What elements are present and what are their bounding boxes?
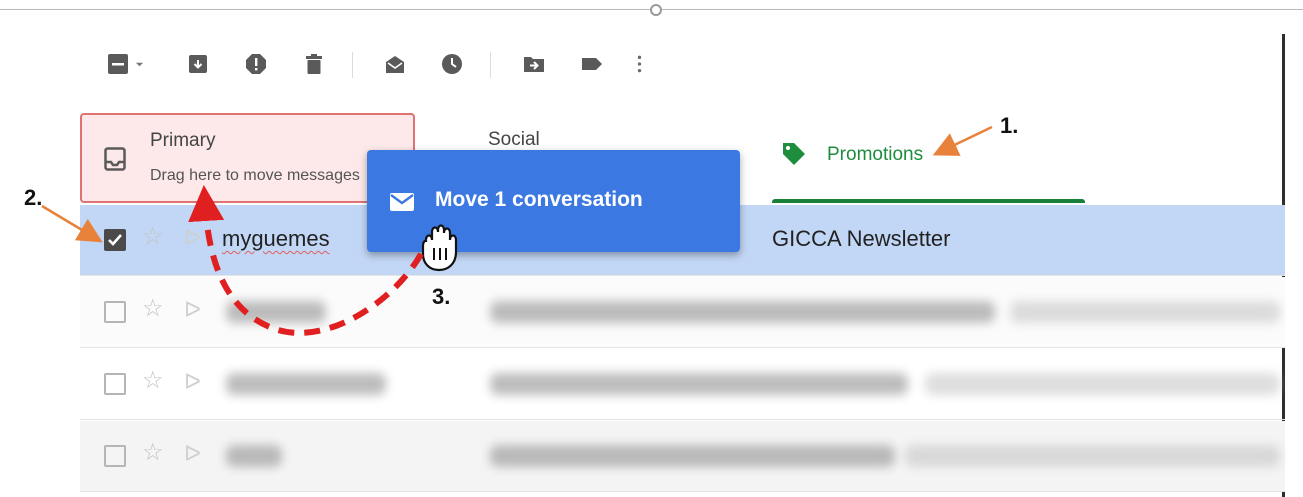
mail-icon: [389, 192, 415, 217]
important-marker-icon[interactable]: ᐅ: [184, 299, 201, 321]
dropdown-caret-icon[interactable]: [132, 52, 146, 76]
annotation-label-2: 2.: [24, 185, 43, 210]
blurred-subject: [490, 445, 895, 467]
toolbar: [100, 44, 700, 84]
tab-promotions[interactable]: Promotions: [765, 113, 1085, 203]
tab-primary[interactable]: Primary Drag here to move messages: [80, 113, 415, 203]
blurred-sender: [226, 301, 326, 323]
mark-as-read-icon[interactable]: [383, 52, 407, 76]
toolbar-separator: [490, 52, 491, 78]
star-icon[interactable]: ☆: [142, 441, 164, 465]
tab-primary-hint: Drag here to move messages: [150, 167, 360, 184]
row-checkbox[interactable]: [104, 229, 126, 251]
label-icon[interactable]: [580, 52, 604, 76]
star-icon[interactable]: ☆: [142, 297, 164, 321]
blurred-snippet: [925, 373, 1280, 395]
blurred-sender: [226, 445, 282, 467]
row-checkbox[interactable]: [104, 373, 126, 395]
blurred-sender: [226, 373, 386, 395]
row-checkbox[interactable]: [104, 445, 126, 467]
annotation-label-3: 3.: [432, 284, 451, 309]
drag-preview-label: Move 1 conversation: [435, 188, 643, 211]
row-checkbox[interactable]: [104, 301, 126, 323]
important-marker-icon[interactable]: ᐅ: [184, 227, 201, 249]
more-options-icon[interactable]: [632, 52, 646, 76]
email-subject: GICCA Newsletter: [772, 226, 951, 251]
star-icon[interactable]: ☆: [142, 369, 164, 393]
tag-icon: [781, 141, 807, 172]
tab-social-label: Social: [488, 129, 540, 150]
report-spam-icon[interactable]: [244, 52, 268, 76]
delete-icon[interactable]: [302, 52, 326, 76]
tab-promotions-label: Promotions: [827, 144, 924, 165]
star-icon[interactable]: ☆: [142, 225, 164, 249]
snooze-icon[interactable]: [440, 52, 464, 76]
sender-name: myguemes: [222, 226, 330, 251]
blurred-snippet: [1010, 301, 1280, 323]
inbox-icon: [104, 147, 126, 176]
important-marker-icon[interactable]: ᐅ: [184, 443, 201, 465]
blurred-snippet: [905, 445, 1280, 467]
email-row[interactable]: ☆ ᐅ: [80, 349, 1285, 420]
active-tab-indicator: [772, 199, 1085, 203]
blurred-subject: [490, 301, 995, 323]
move-to-icon[interactable]: [522, 52, 546, 76]
email-row[interactable]: ☆ ᐅ: [80, 421, 1285, 492]
select-checkbox-icon[interactable]: [106, 52, 130, 76]
blurred-subject: [490, 373, 908, 395]
toolbar-separator: [352, 52, 353, 78]
archive-icon[interactable]: [186, 52, 210, 76]
divider-handle[interactable]: [650, 4, 662, 16]
important-marker-icon[interactable]: ᐅ: [184, 371, 201, 393]
email-row[interactable]: ☆ ᐅ: [80, 277, 1285, 348]
annotation-label-1: 1.: [1000, 113, 1019, 138]
tab-primary-label: Primary: [150, 130, 216, 151]
grab-cursor-icon: [417, 220, 461, 272]
